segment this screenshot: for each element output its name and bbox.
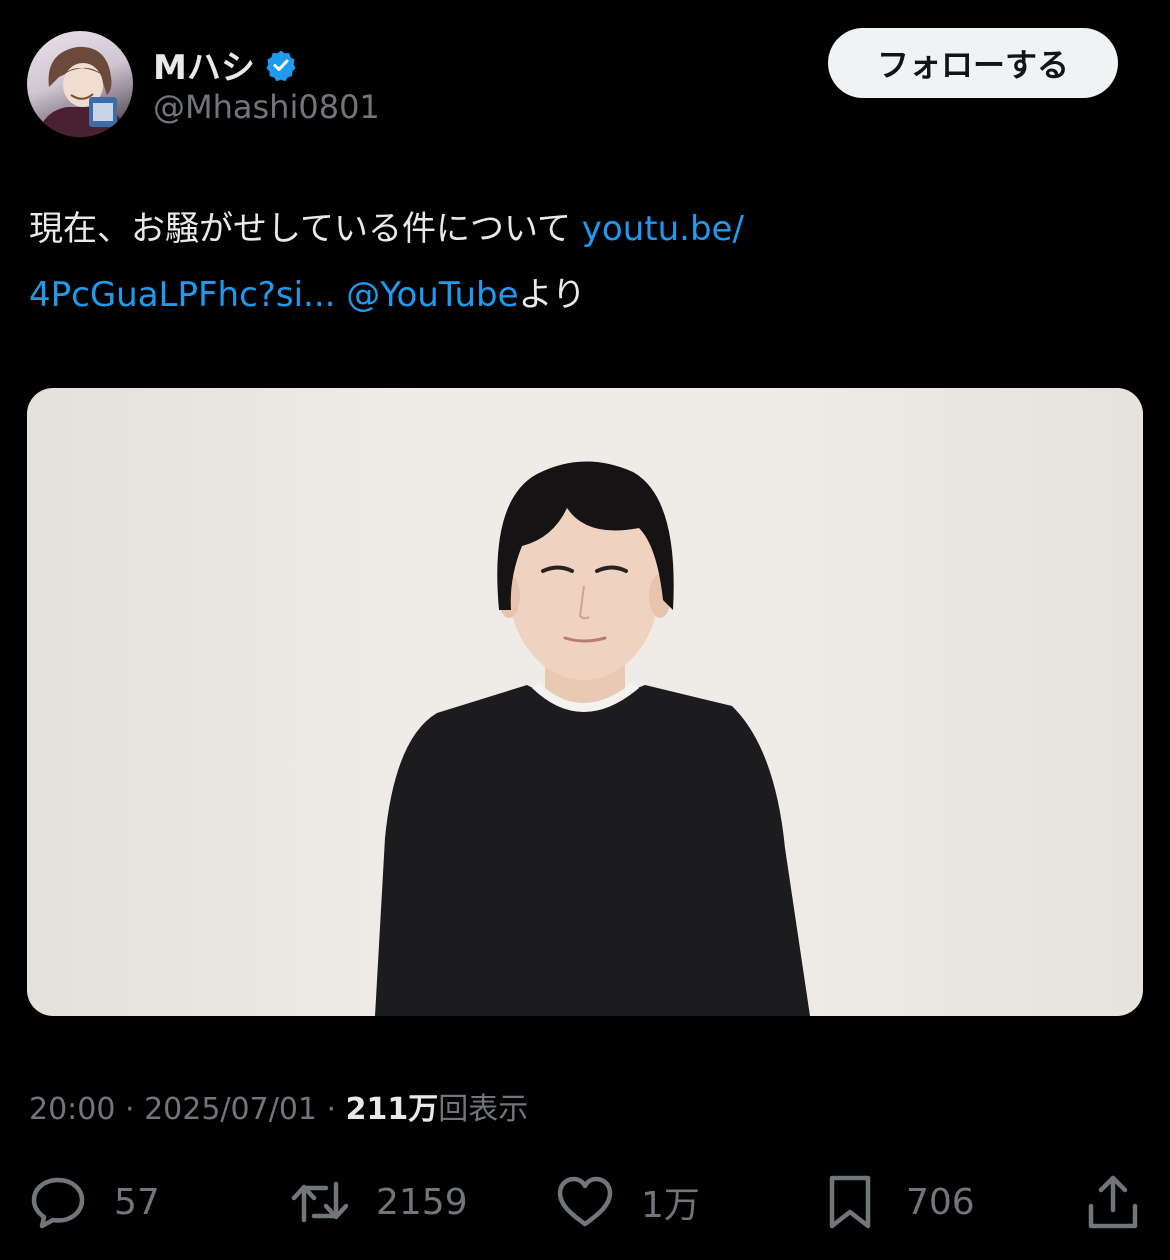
meta-separator: ·	[115, 1092, 145, 1127]
reply-button[interactable]: 57	[28, 1172, 160, 1232]
tweet-link-part-2[interactable]: 4PcGuaLPFhc?si...	[29, 275, 335, 315]
share-icon	[1088, 1175, 1138, 1229]
tweet-meta: 20:00 · 2025/07/01 · 211万回表示	[29, 1084, 528, 1128]
mention-link[interactable]: @YouTube	[346, 275, 518, 315]
bookmark-button[interactable]: 706	[820, 1172, 975, 1232]
verified-badge-icon	[265, 49, 297, 81]
view-count: 211万	[345, 1092, 439, 1127]
tweet-suffix-text: より	[518, 275, 586, 315]
like-count: 1万	[641, 1185, 700, 1226]
bookmark-count: 706	[906, 1181, 975, 1223]
tweet-date[interactable]: 2025/07/01	[144, 1092, 317, 1127]
meta-separator: ·	[317, 1092, 346, 1127]
reply-count: 57	[114, 1181, 160, 1223]
author-avatar[interactable]	[27, 31, 133, 137]
view-count-label: 回表示	[438, 1092, 529, 1127]
display-name[interactable]: Mハシ	[153, 40, 255, 89]
repost-button[interactable]: 2159	[290, 1172, 468, 1232]
avatar-illustration	[37, 46, 129, 137]
action-bar: 57 2159 1万 706	[0, 1160, 1170, 1240]
tweet-time[interactable]: 20:00	[29, 1092, 115, 1127]
video-thumbnail[interactable]	[27, 388, 1143, 1016]
heart-icon	[557, 1176, 613, 1227]
author-name-row[interactable]: Mハシ	[153, 40, 297, 89]
repost-count: 2159	[376, 1181, 468, 1223]
person-illustration	[375, 461, 810, 1016]
author-handle[interactable]: @Mhashi0801	[153, 88, 380, 126]
tweet-link-part-1[interactable]: youtu.be/	[582, 209, 744, 249]
share-button[interactable]	[1083, 1172, 1143, 1232]
tweet-body-text: 現在、お騒がせしている件について	[29, 209, 582, 249]
reply-icon	[31, 1177, 85, 1229]
tweet-header: Mハシ @Mhashi0801 フォローする	[0, 0, 1170, 150]
bookmark-icon	[829, 1175, 871, 1229]
like-button[interactable]: 1万	[555, 1172, 700, 1232]
tweet-text: 現在、お騒がせしている件について youtu.be/4PcGuaLPFhc?si…	[29, 196, 1139, 328]
repost-icon	[291, 1181, 349, 1223]
follow-button[interactable]: フォローする	[828, 28, 1118, 98]
